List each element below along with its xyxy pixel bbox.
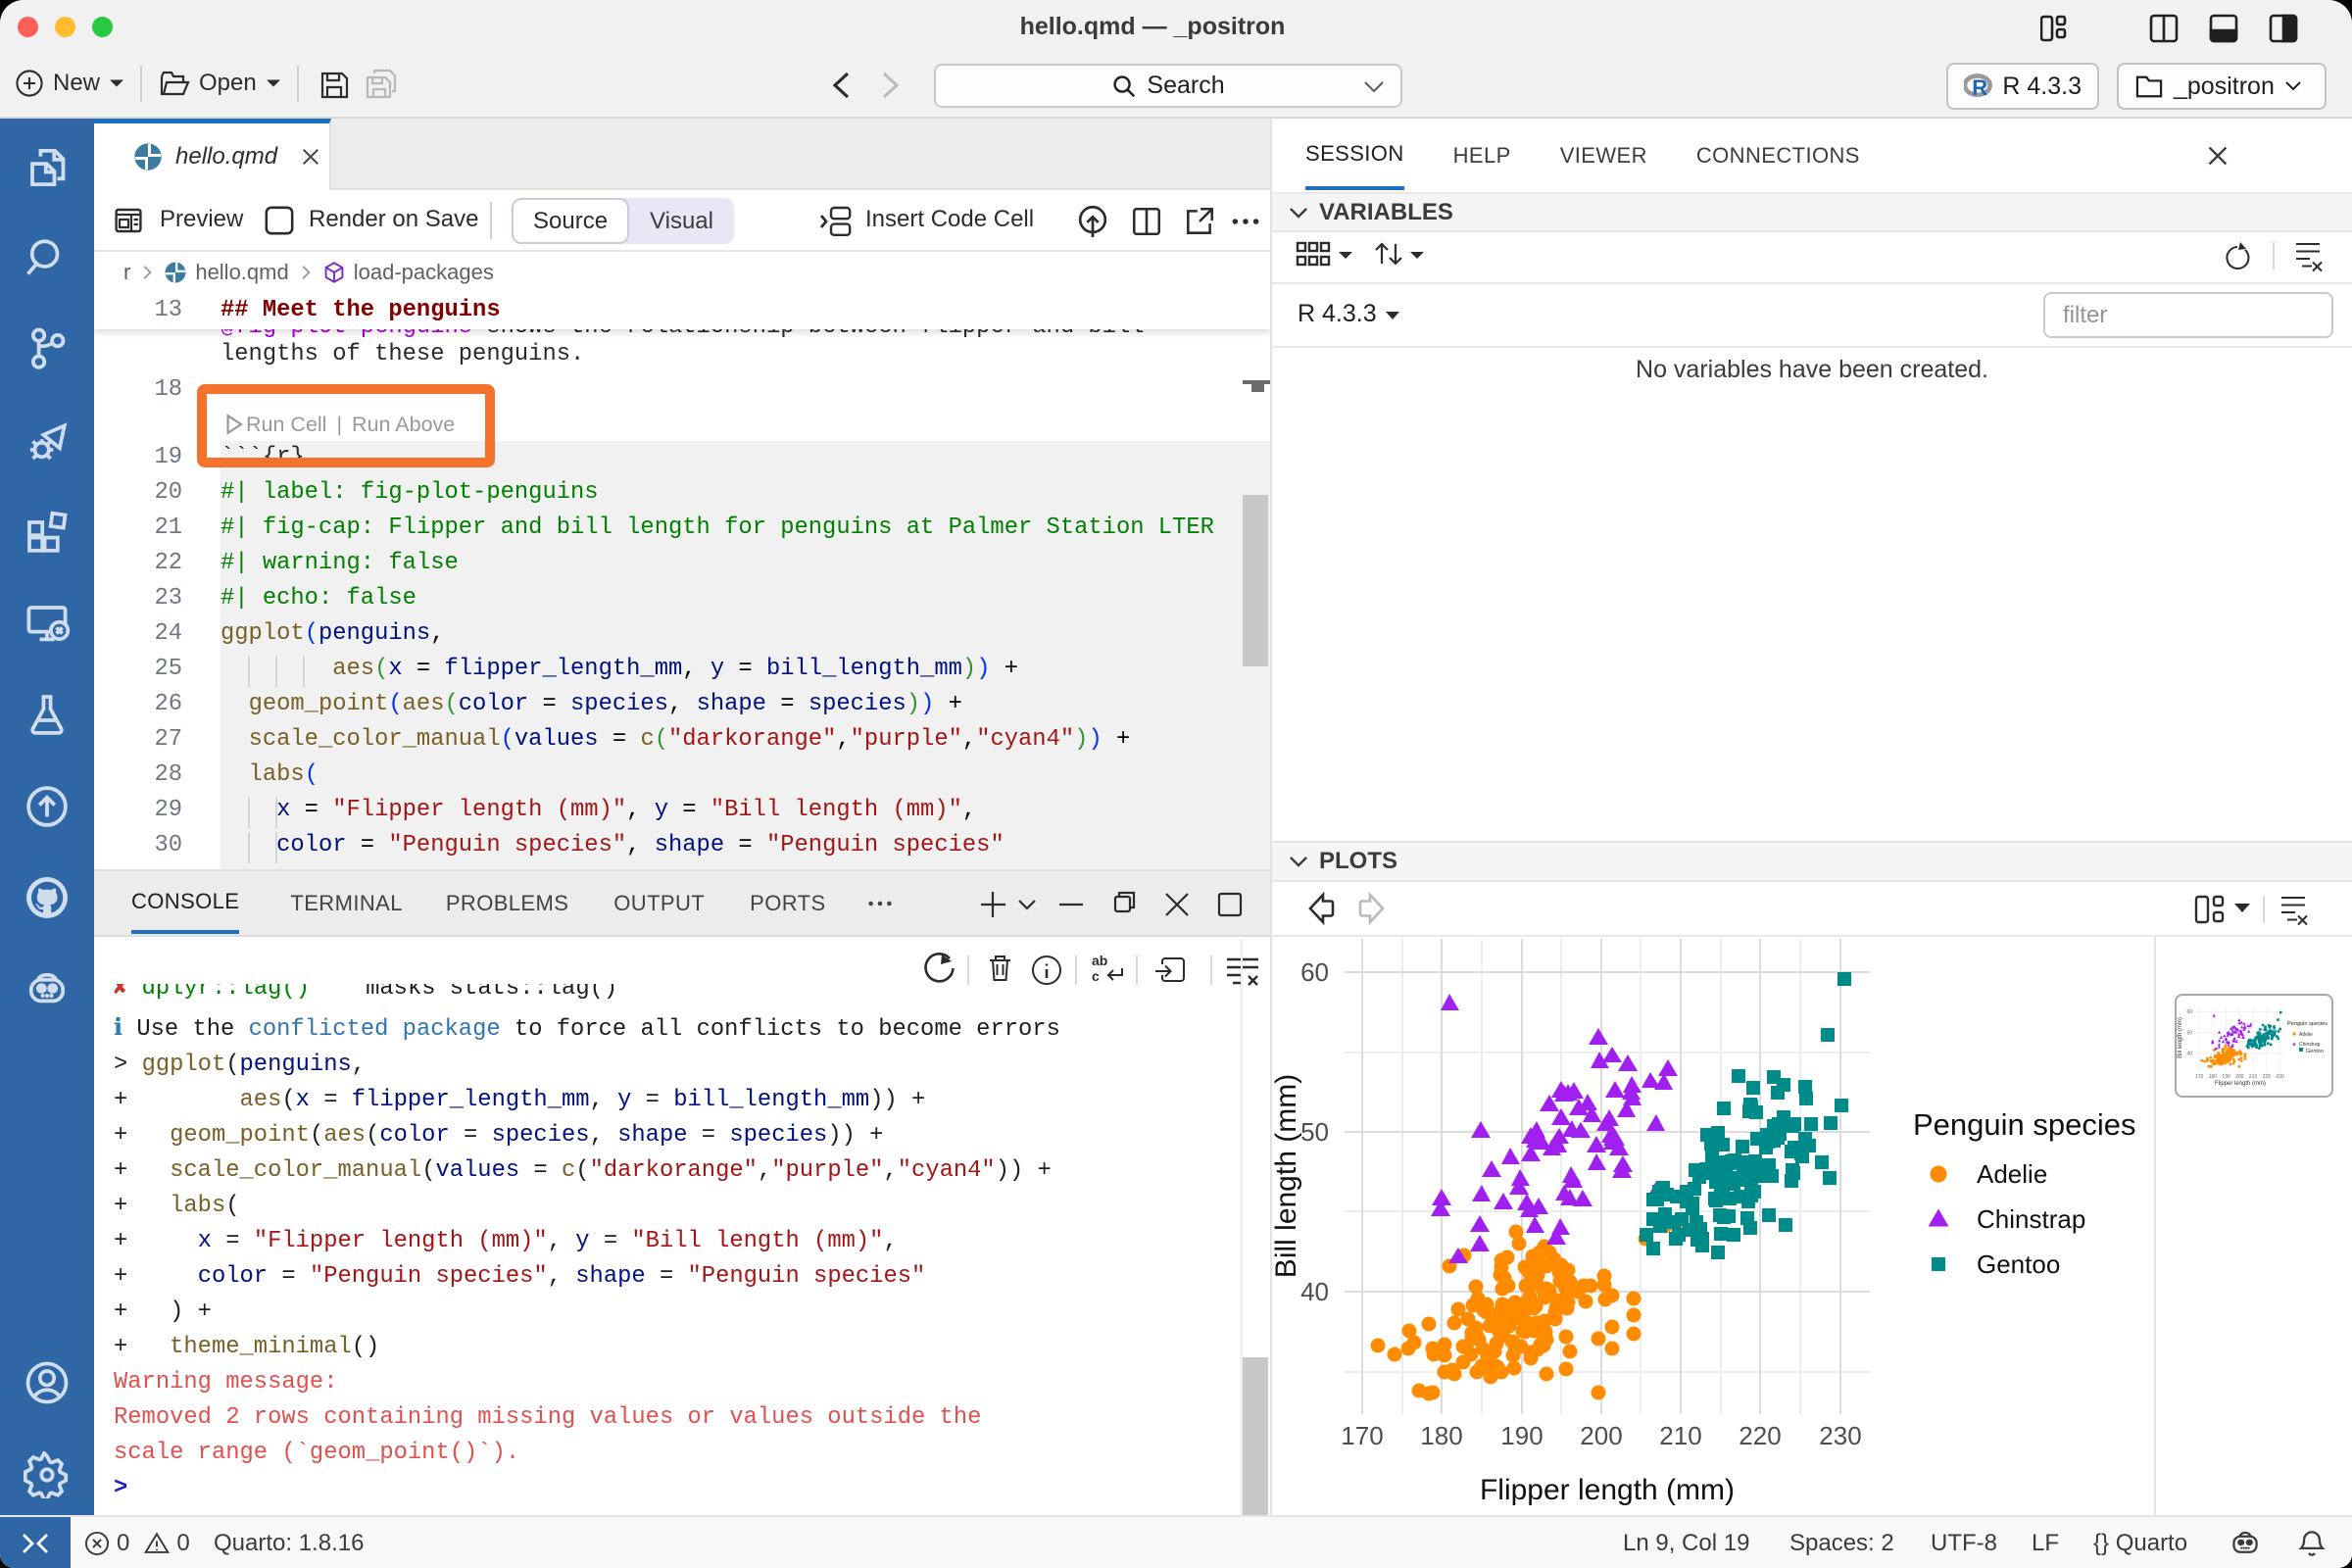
svg-text:40: 40 xyxy=(1300,1277,1329,1306)
svg-text:Gentoo: Gentoo xyxy=(2306,1049,2324,1054)
svg-text:40: 40 xyxy=(2186,1052,2192,1057)
svg-text:180: 180 xyxy=(1420,1421,1462,1450)
svg-text:170: 170 xyxy=(2195,1074,2204,1080)
svg-text:230: 230 xyxy=(2276,1074,2284,1080)
svg-text:220: 220 xyxy=(1739,1421,1781,1450)
svg-text:Penguin species: Penguin species xyxy=(2287,1021,2328,1027)
svg-text:Chinstrap: Chinstrap xyxy=(1977,1204,2085,1234)
svg-text:180: 180 xyxy=(2209,1074,2218,1080)
svg-text:200: 200 xyxy=(2235,1074,2244,1080)
svg-text:Bill length (mm): Bill length (mm) xyxy=(2178,1017,2183,1058)
svg-text:190: 190 xyxy=(1500,1421,1543,1450)
svg-text:50: 50 xyxy=(1300,1117,1329,1147)
svg-text:230: 230 xyxy=(1819,1421,1861,1450)
svg-text:Penguin species: Penguin species xyxy=(1913,1107,2136,1142)
svg-text:200: 200 xyxy=(1580,1421,1622,1450)
svg-text:c: c xyxy=(1092,968,1100,984)
svg-text:60: 60 xyxy=(2186,1009,2192,1015)
svg-text:ab: ab xyxy=(1092,953,1107,968)
svg-text:Bill length (mm): Bill length (mm) xyxy=(1272,1074,1302,1278)
svg-text:R: R xyxy=(1972,75,1987,99)
svg-text:Chinstrap: Chinstrap xyxy=(2299,1042,2321,1048)
svg-text:Gentoo: Gentoo xyxy=(1977,1250,2060,1279)
svg-text:Flipper length (mm): Flipper length (mm) xyxy=(2215,1081,2266,1087)
svg-text:50: 50 xyxy=(2186,1030,2192,1036)
svg-text:170: 170 xyxy=(1341,1421,1383,1450)
svg-text:220: 220 xyxy=(2263,1074,2272,1080)
svg-text:210: 210 xyxy=(1659,1421,1701,1450)
svg-text:Adelie: Adelie xyxy=(2299,1032,2313,1038)
svg-text:Flipper length (mm): Flipper length (mm) xyxy=(1480,1474,1735,1506)
svg-text:190: 190 xyxy=(2222,1074,2230,1080)
svg-text:60: 60 xyxy=(1300,957,1329,987)
svg-text:210: 210 xyxy=(2249,1074,2258,1080)
svg-text:Adelie: Adelie xyxy=(1977,1159,2047,1189)
